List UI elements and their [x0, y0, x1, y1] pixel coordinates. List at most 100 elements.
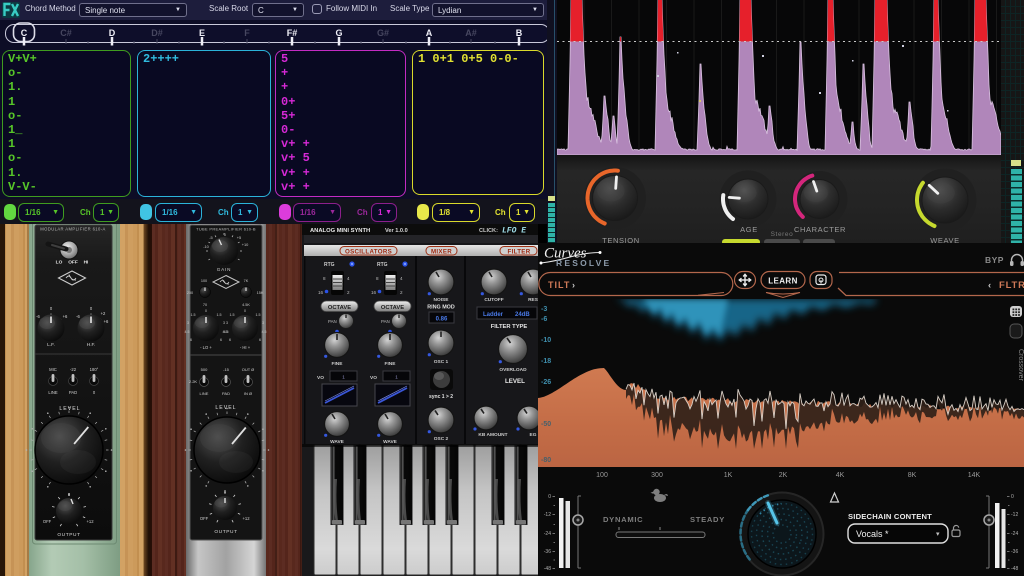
- svg-text:›: ›: [572, 280, 575, 290]
- svg-text:1.5: 1.5: [191, 313, 196, 317]
- svg-text:OSC 2: OSC 2: [434, 436, 449, 442]
- svg-text:3: 3: [187, 321, 189, 325]
- svg-text:0.86: 0.86: [436, 317, 448, 323]
- svg-text:D: D: [109, 28, 116, 38]
- svg-text:D#: D#: [151, 28, 163, 38]
- svg-text:OFF: OFF: [43, 519, 52, 524]
- svg-text:300: 300: [651, 472, 663, 479]
- svg-text:C#: C#: [60, 28, 72, 38]
- svg-text:1: 1: [395, 375, 398, 380]
- svg-text:4K: 4K: [836, 472, 845, 479]
- svg-text:-36: -36: [1011, 549, 1018, 555]
- svg-text:+10: +10: [242, 242, 249, 247]
- svg-text:OSCILLATORS: OSCILLATORS: [345, 249, 392, 256]
- svg-text:Vocals *: Vocals *: [856, 529, 889, 539]
- svg-text:OFF: OFF: [68, 260, 78, 266]
- svg-text:E: E: [199, 28, 205, 38]
- svg-text:1.5: 1.5: [230, 313, 235, 317]
- svg-text:LEVEL: LEVEL: [59, 406, 80, 412]
- svg-text:LFO E: LFO E: [502, 227, 526, 236]
- svg-text:16: 16: [318, 290, 324, 295]
- svg-text:LEARN: LEARN: [768, 277, 798, 286]
- svg-text:VO: VO: [317, 375, 324, 381]
- svg-text:0: 0: [548, 494, 551, 500]
- svg-text:- LO +: - LO +: [200, 345, 212, 350]
- svg-text:0: 0: [1011, 494, 1014, 500]
- svg-text:-50: -50: [541, 421, 551, 428]
- svg-text:3: 3: [262, 321, 264, 325]
- svg-text:4: 4: [400, 276, 403, 281]
- svg-text:Ladder: Ladder: [483, 312, 504, 318]
- svg-text:-6: -6: [541, 316, 547, 323]
- svg-text:100: 100: [596, 472, 608, 479]
- svg-text:-24: -24: [1011, 531, 1018, 537]
- svg-text:sync 1 > 2: sync 1 > 2: [429, 394, 453, 400]
- svg-text:CUTOFF: CUTOFF: [484, 297, 503, 303]
- svg-text:0: 0: [244, 309, 246, 313]
- svg-text:1: 1: [342, 375, 345, 380]
- svg-text:OCTAVE: OCTAVE: [328, 305, 351, 311]
- svg-text:-26: -26: [541, 379, 551, 386]
- svg-text:70: 70: [203, 303, 207, 307]
- svg-text:-10: -10: [203, 244, 209, 249]
- svg-text:6: 6: [259, 338, 261, 342]
- svg-text:FLTR: FLTR: [999, 280, 1024, 291]
- svg-text:6: 6: [229, 338, 231, 342]
- svg-text:G#: G#: [377, 28, 389, 38]
- svg-text:SIDECHAIN CONTENT: SIDECHAIN CONTENT: [848, 512, 932, 521]
- svg-text:2: 2: [347, 290, 350, 295]
- svg-text:-36: -36: [544, 549, 551, 555]
- svg-text:1.5: 1.5: [217, 313, 222, 317]
- svg-text:H.F.: H.F.: [87, 342, 96, 348]
- svg-text:-18: -18: [541, 358, 551, 365]
- svg-text:LINE: LINE: [48, 390, 58, 395]
- svg-text:2.2K: 2.2K: [189, 379, 198, 384]
- svg-text:LEVEL: LEVEL: [505, 378, 525, 385]
- svg-text:2K: 2K: [779, 472, 788, 479]
- svg-text:-48: -48: [544, 566, 551, 572]
- svg-text:-5: -5: [209, 235, 212, 240]
- svg-text:4.5: 4.5: [185, 330, 190, 334]
- svg-text:8K: 8K: [908, 472, 917, 479]
- svg-text:F#: F#: [287, 28, 298, 38]
- svg-text:FINE: FINE: [332, 361, 344, 367]
- svg-text:8: 8: [323, 276, 326, 281]
- svg-text:Crossover: Crossover: [1017, 349, 1024, 382]
- svg-text:EG: EG: [530, 432, 537, 438]
- svg-text:-80: -80: [541, 457, 551, 464]
- svg-text:2: 2: [400, 290, 403, 295]
- svg-text:RTG: RTG: [324, 262, 335, 268]
- svg-text:6: 6: [190, 338, 192, 342]
- svg-text:A: A: [426, 28, 433, 38]
- svg-text:STEADY: STEADY: [690, 515, 725, 524]
- svg-text:-6: -6: [76, 314, 80, 319]
- svg-text:RING MOD: RING MOD: [427, 305, 455, 311]
- svg-text:-48: -48: [1011, 566, 1018, 572]
- svg-text:LINE: LINE: [200, 391, 209, 396]
- svg-text:L.F.: L.F.: [47, 342, 55, 348]
- svg-text:-6: -6: [36, 314, 40, 319]
- svg-text:TUBE PREAMPLIFIER 610-B: TUBE PREAMPLIFIER 610-B: [196, 227, 256, 232]
- svg-text:15K: 15K: [257, 291, 264, 295]
- svg-text:RTG: RTG: [377, 262, 388, 268]
- svg-text:LO: LO: [56, 260, 63, 266]
- svg-text:OFF: OFF: [200, 516, 209, 521]
- svg-text:GAIN: GAIN: [217, 267, 231, 272]
- svg-text:+12: +12: [86, 519, 94, 524]
- svg-text:‹: ‹: [988, 280, 991, 291]
- svg-text:3: 3: [226, 321, 228, 325]
- svg-text:NOISE: NOISE: [434, 297, 450, 303]
- svg-text:OUT Ø: OUT Ø: [242, 367, 255, 372]
- svg-text:MIXER: MIXER: [431, 249, 452, 256]
- svg-text:24dB: 24dB: [515, 312, 530, 318]
- svg-text:8: 8: [376, 276, 379, 281]
- svg-text:+6: +6: [63, 314, 68, 319]
- svg-text:OSC 1: OSC 1: [434, 359, 449, 365]
- svg-text:HI: HI: [84, 260, 89, 266]
- svg-text:MODULAR AMPLIFIER 610-A: MODULAR AMPLIFIER 610-A: [40, 227, 106, 232]
- svg-text:VO: VO: [370, 375, 377, 381]
- svg-text:CLICK:: CLICK:: [479, 228, 498, 234]
- svg-text:+12: +12: [242, 516, 250, 521]
- svg-text:PAN: PAN: [381, 319, 390, 324]
- svg-text:RES: RES: [528, 297, 538, 303]
